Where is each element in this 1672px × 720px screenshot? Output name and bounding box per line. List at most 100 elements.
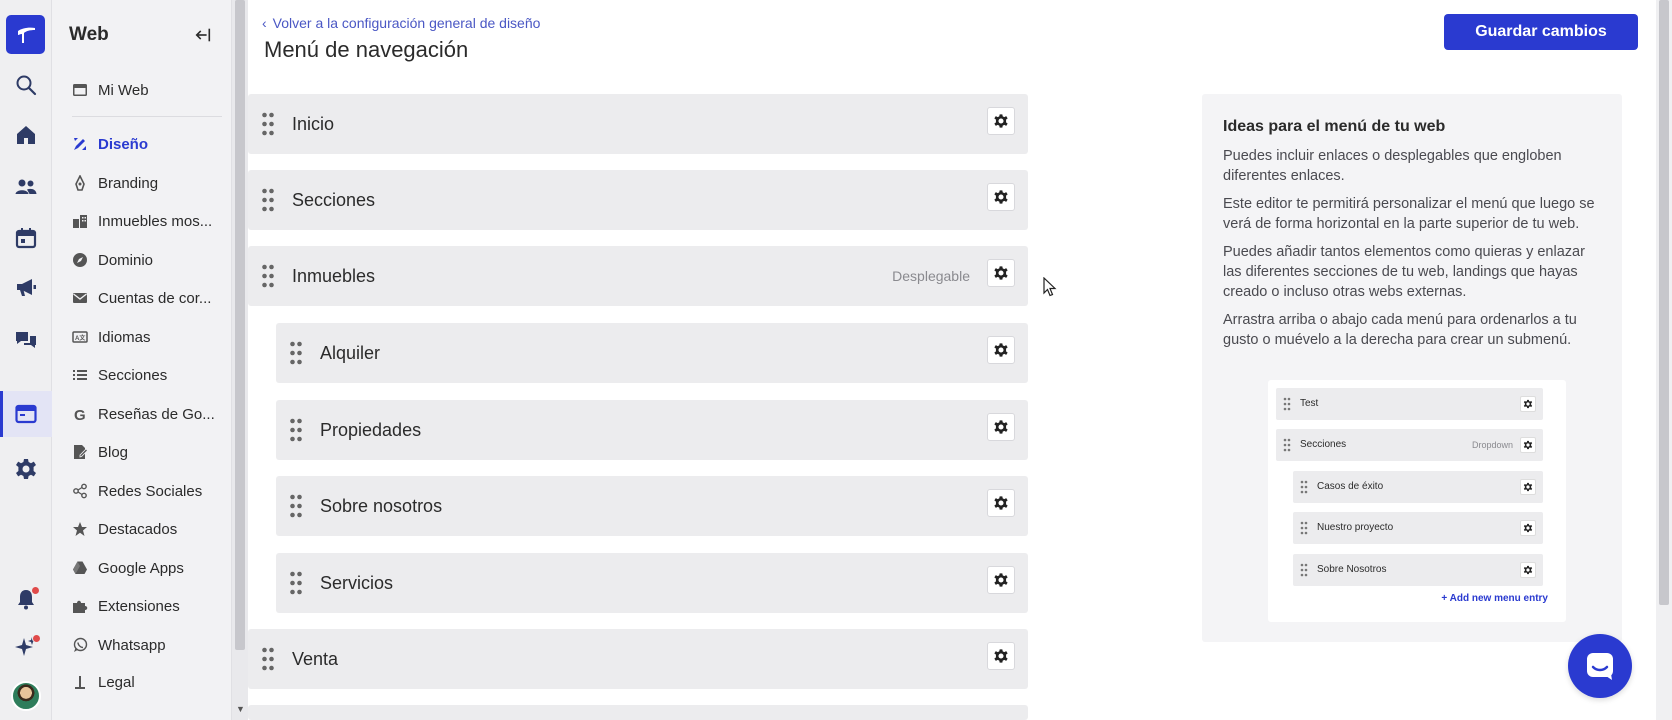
entry-settings-button[interactable]: [987, 259, 1015, 287]
sidebar-item-cuentas[interactable]: Cuentas de cor...: [52, 278, 231, 318]
users-icon[interactable]: [11, 172, 41, 202]
main-content: ‹ Volver a la configuración general de d…: [248, 0, 1656, 720]
drag-handle-icon: [1300, 480, 1308, 494]
web-sidebar: Web Mi Web Diseño Branding Inmuebles mos…: [52, 0, 232, 720]
sidebar-item-label: Inmuebles mos...: [98, 212, 213, 230]
back-link-label: Volver a la configuración general de dis…: [272, 15, 541, 31]
entry-settings-button[interactable]: [987, 336, 1015, 364]
drag-handle-icon: [1300, 563, 1308, 577]
menu-entry[interactable]: Secciones: [248, 170, 1028, 230]
menu-entry-label: Venta: [292, 649, 339, 669]
sidebar-scrollbar-thumb[interactable]: [235, 0, 245, 650]
sidebar-item-google-apps[interactable]: Google Apps: [52, 548, 231, 588]
drag-handle-icon[interactable]: [289, 494, 303, 518]
browser-icon: [72, 82, 88, 98]
home-icon[interactable]: [11, 120, 41, 150]
entry-settings-button[interactable]: [987, 413, 1015, 441]
menu-entry[interactable]: Sobre nosotros: [276, 476, 1028, 536]
collapse-sidebar-icon[interactable]: [192, 24, 214, 46]
sidebar-item-label: Cuentas de cor...: [98, 289, 212, 307]
page-title: Menú de navegación: [264, 37, 469, 62]
tips-paragraph: Puedes incluir enlaces o desplegables qu…: [1223, 148, 1562, 184]
tips-paragraph: Arrastra arriba o abajo cada menú para o…: [1223, 312, 1577, 348]
menu-entry-label: Propiedades: [320, 420, 422, 440]
drag-handle-icon[interactable]: [289, 571, 303, 595]
svg-text:G: G: [74, 407, 86, 422]
language-icon: A文: [72, 329, 88, 345]
back-link[interactable]: ‹ Volver a la configuración general de d…: [262, 15, 540, 31]
sidebar-item-resenas[interactable]: G Reseñas de Go...: [52, 394, 231, 434]
web-icon[interactable]: [11, 399, 41, 429]
drag-handle-icon[interactable]: [289, 418, 303, 442]
menu-entry[interactable]: Inmuebles Desplegable: [248, 246, 1028, 306]
sidebar-item-legal[interactable]: Legal: [52, 662, 231, 702]
mail-icon: [72, 290, 88, 306]
entry-settings-button[interactable]: [987, 566, 1015, 594]
entry-settings-button[interactable]: [987, 642, 1015, 670]
sidebar-item-diseno[interactable]: Diseño: [52, 124, 231, 164]
sidebar-item-redes[interactable]: Redes Sociales: [52, 471, 231, 511]
support-chat-button[interactable]: [1568, 634, 1632, 698]
drag-handle-icon[interactable]: [261, 112, 275, 136]
sidebar-item-secciones[interactable]: Secciones: [52, 355, 231, 395]
puzzle-icon: [72, 598, 88, 614]
menu-entry[interactable]: Servicios: [276, 553, 1028, 613]
gear-icon: [993, 113, 1009, 129]
sidebar-item-label: Destacados: [98, 520, 178, 538]
drag-handle-icon: [1283, 397, 1291, 411]
sidebar-item-label: Secciones: [98, 366, 168, 384]
drag-handle-icon[interactable]: [261, 188, 275, 212]
menu-entry[interactable]: Alquiler: [276, 323, 1028, 383]
drag-handle-icon[interactable]: [289, 341, 303, 365]
google-icon: G: [72, 406, 88, 422]
menu-entry[interactable]: Propiedades: [276, 400, 1028, 460]
drag-handle-icon[interactable]: [261, 264, 275, 288]
settings-icon[interactable]: [11, 454, 41, 484]
tips-panel: Ideas para el menú de tu web Puedes incl…: [1202, 94, 1622, 642]
pen-icon: [72, 175, 88, 191]
rail-active-indicator: [0, 391, 3, 437]
save-button[interactable]: Guardar cambios: [1444, 14, 1638, 50]
search-icon[interactable]: [11, 70, 41, 100]
example-menu-entry: Secciones Dropdown: [1276, 429, 1543, 461]
sidebar-item-idiomas[interactable]: A文 Idiomas: [52, 317, 231, 357]
mouse-cursor-icon: [1043, 277, 1057, 297]
sidebar-item-label: Reseñas de Go...: [98, 405, 215, 423]
menu-entry[interactable]: [248, 705, 1028, 720]
example-menu-entry: Sobre Nosotros: [1293, 554, 1543, 586]
sidebar-item-mi-web[interactable]: Mi Web: [52, 70, 231, 110]
app-logo[interactable]: [6, 15, 45, 54]
menu-entry-label: Inmuebles: [292, 266, 376, 286]
menu-entry-label: Sobre nosotros: [320, 496, 443, 516]
drag-handle-icon[interactable]: [261, 647, 275, 671]
megaphone-icon[interactable]: [11, 272, 41, 302]
svg-text:A文: A文: [75, 334, 86, 342]
sidebar-item-extensiones[interactable]: Extensiones: [52, 586, 231, 626]
entry-settings-button[interactable]: [987, 489, 1015, 517]
calendar-icon[interactable]: [11, 223, 41, 253]
menu-entry[interactable]: Inicio: [248, 94, 1028, 154]
sidebar-item-blog[interactable]: Blog: [52, 432, 231, 472]
scroll-down-arrow-icon[interactable]: ▼: [236, 704, 245, 714]
example-entry-label: Secciones: [1300, 439, 1347, 450]
star-icon: [72, 521, 88, 537]
sidebar-item-label: Dominio: [98, 251, 154, 269]
entry-settings-button[interactable]: [987, 183, 1015, 211]
user-avatar[interactable]: [11, 681, 41, 711]
sidebar-item-inmuebles[interactable]: Inmuebles mos...: [52, 201, 231, 241]
page-scrollbar[interactable]: [1656, 0, 1672, 720]
menu-entry[interactable]: Venta: [248, 629, 1028, 689]
compass-icon: [72, 252, 88, 268]
tips-title: Ideas para el menú de tu web: [1223, 118, 1446, 135]
entry-settings-button[interactable]: [987, 107, 1015, 135]
sidebar-item-destacados[interactable]: Destacados: [52, 509, 231, 549]
menu-entry-label: Servicios: [320, 573, 394, 593]
sidebar-scrollbar[interactable]: ▼: [232, 0, 248, 720]
sidebar-item-whatsapp[interactable]: Whatsapp: [52, 625, 231, 665]
sidebar-item-branding[interactable]: Branding: [52, 163, 231, 203]
sidebar-item-dominio[interactable]: Dominio: [52, 240, 231, 280]
tips-paragraph: Puedes añadir tantos elementos como quie…: [1223, 244, 1585, 300]
chat-icon[interactable]: [11, 325, 41, 355]
page-scrollbar-thumb[interactable]: [1659, 0, 1669, 605]
sidebar-item-label: Blog: [98, 443, 129, 461]
